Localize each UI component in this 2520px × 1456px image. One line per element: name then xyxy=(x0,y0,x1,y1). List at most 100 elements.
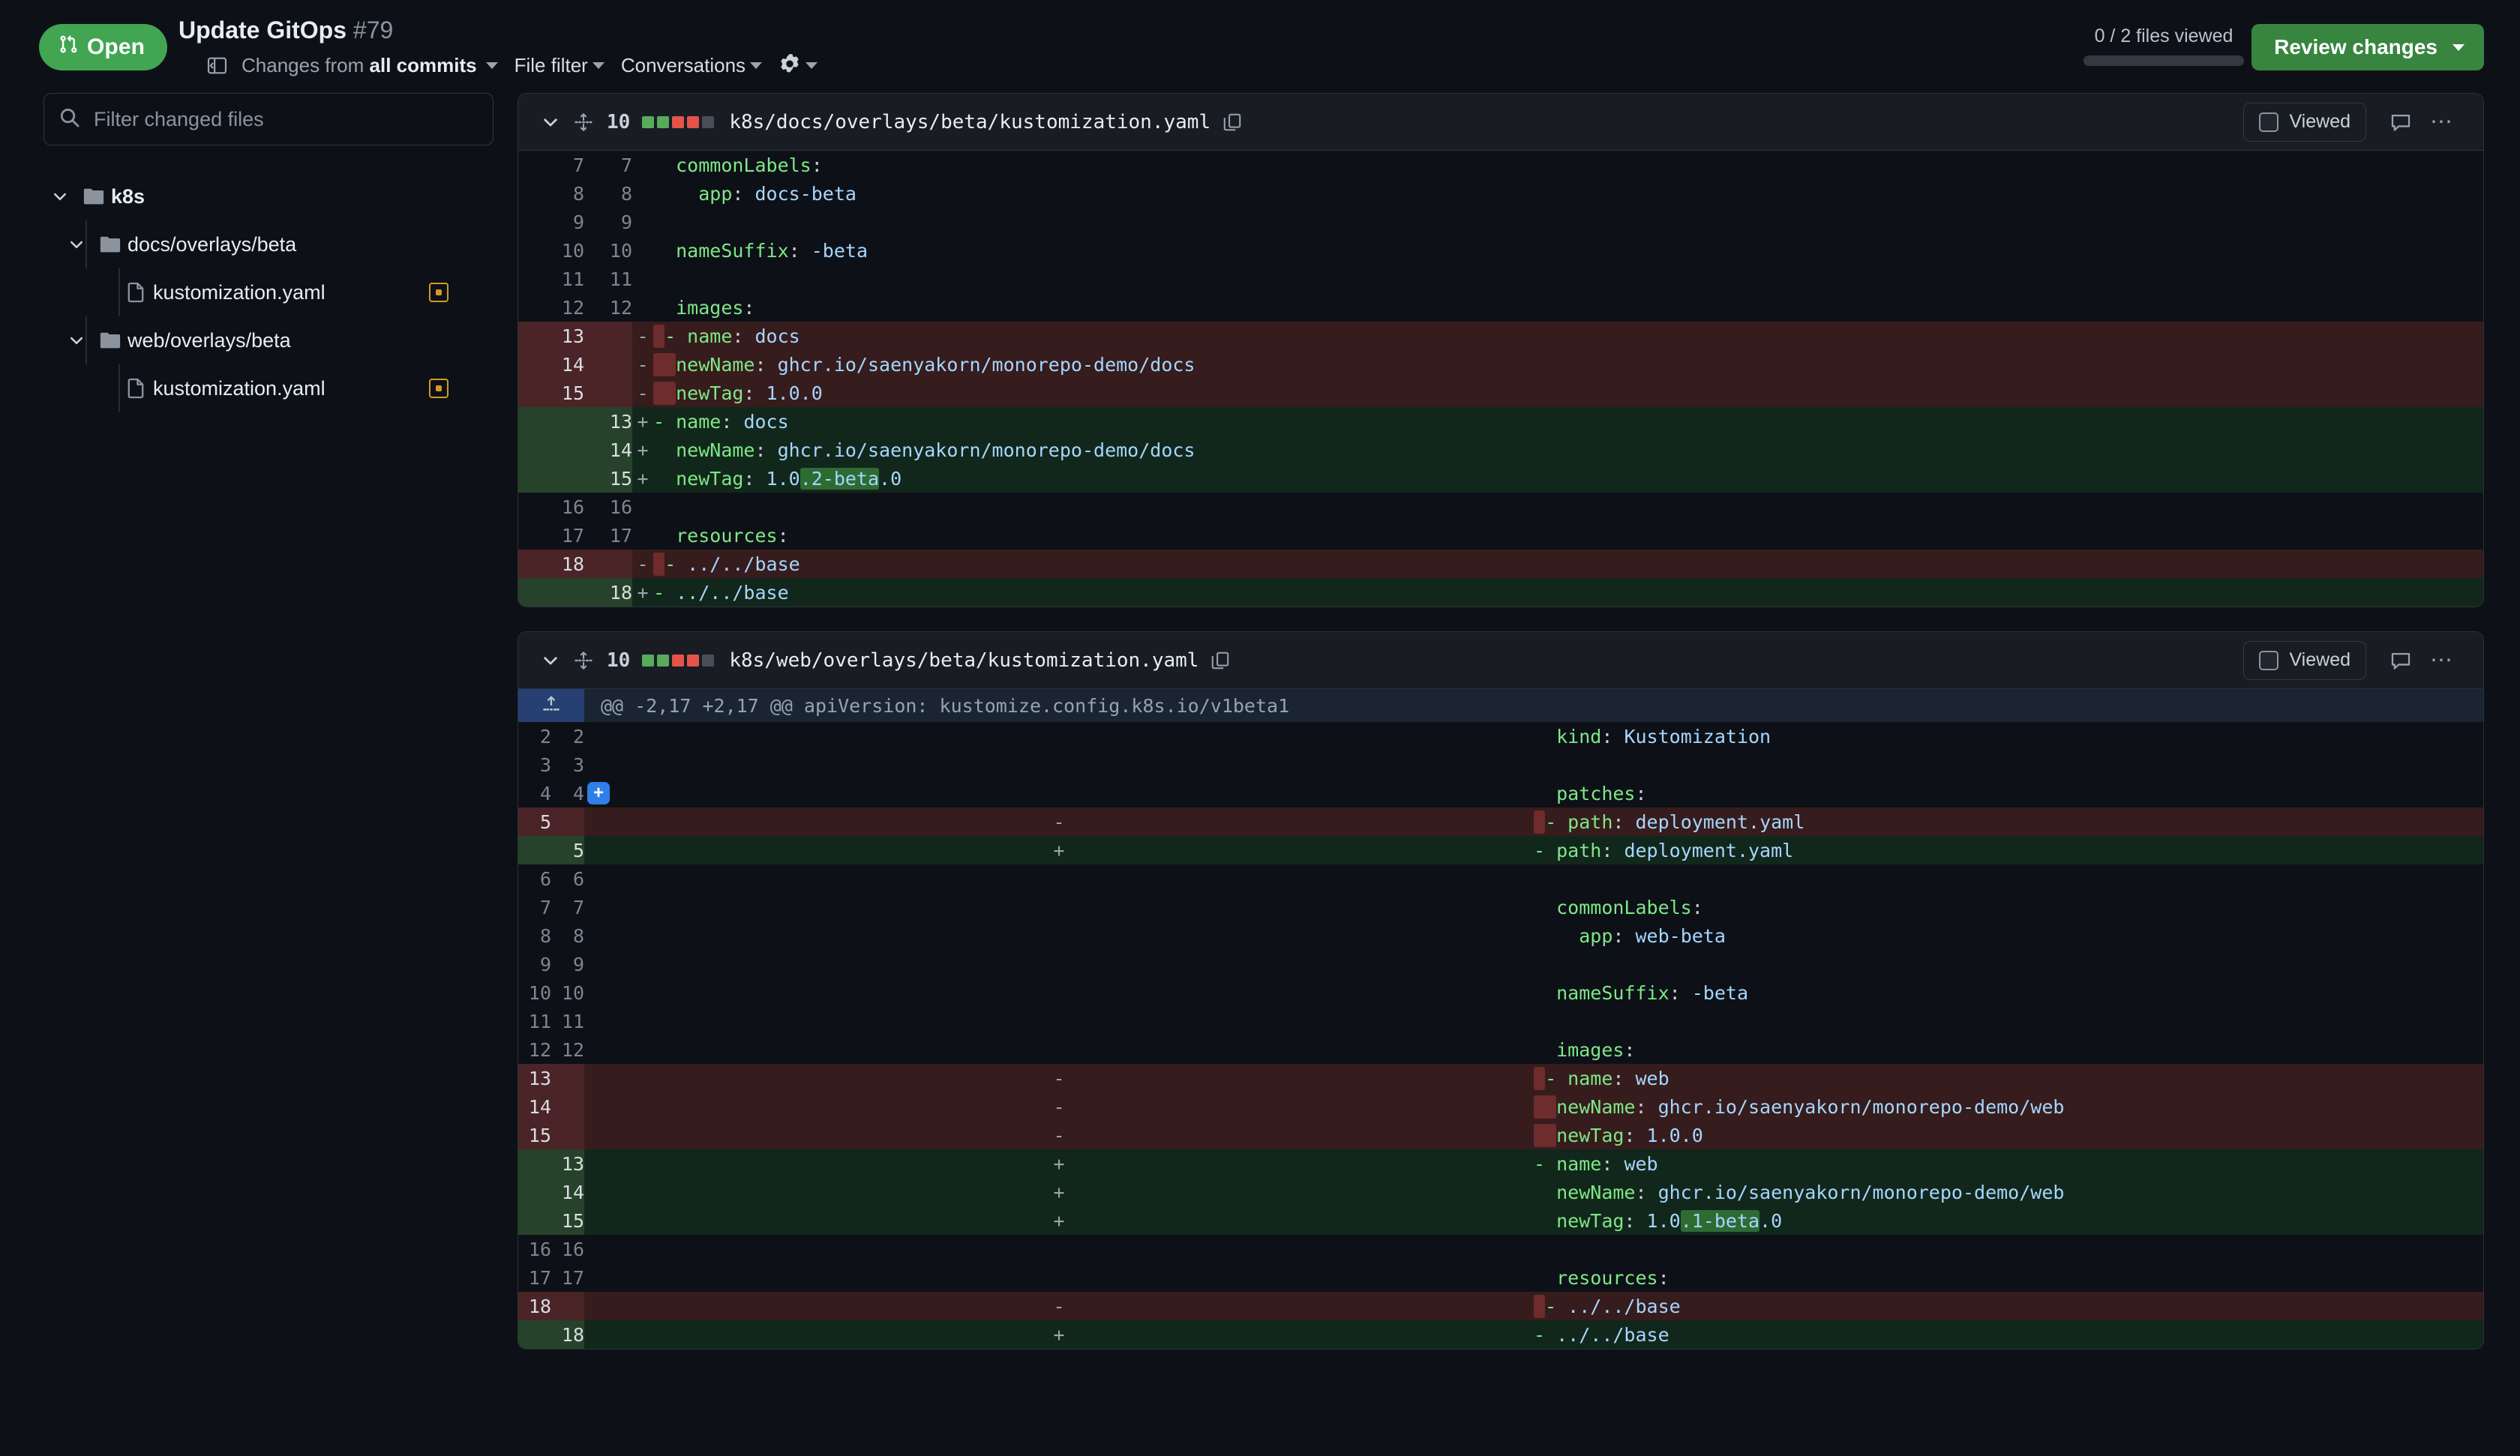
diff-code-line[interactable]: - ../../base xyxy=(653,550,2483,578)
whitespace-removed-marker xyxy=(653,553,664,576)
chevron-down-icon[interactable] xyxy=(60,331,93,349)
diff-line-row: 33 xyxy=(518,750,2483,779)
kebab-menu-icon[interactable]: ⋯ xyxy=(2422,656,2464,665)
diff-line-row: 14- newName: ghcr.io/saenyakorn/monorepo… xyxy=(518,1092,2483,1121)
file-filter-dropdown[interactable]: File filter xyxy=(514,54,591,77)
conversations-dropdown[interactable]: Conversations xyxy=(621,54,748,77)
diff-marker xyxy=(632,293,653,322)
tree-folder-k8s[interactable]: k8s xyxy=(44,172,518,220)
diff-code-line[interactable]: newName: ghcr.io/saenyakorn/monorepo-dem… xyxy=(653,350,2483,379)
page-title: Update GitOps #79 xyxy=(178,16,393,44)
review-changes-button[interactable]: Review changes xyxy=(2252,24,2484,70)
diff-code-line[interactable]: newName: ghcr.io/saenyakorn/monorepo-dem… xyxy=(1534,1092,2483,1121)
filter-changed-files-input[interactable]: Filter changed files xyxy=(44,93,494,145)
diff-marker xyxy=(632,236,653,265)
diff-code-line[interactable]: nameSuffix: -beta xyxy=(653,236,2483,265)
changes-from-dropdown[interactable]: Changes from all commits xyxy=(231,54,484,77)
diff-code-line[interactable]: newTag: 1.0.1-beta.0 xyxy=(1534,1206,2483,1235)
diff-code-line[interactable]: nameSuffix: -beta xyxy=(1534,978,2483,1007)
add-comment-button[interactable]: + xyxy=(587,782,610,804)
diff-code-line[interactable]: - path: deployment.yaml xyxy=(1534,807,2483,836)
comment-icon[interactable] xyxy=(2380,650,2422,671)
new-line-number: 11 xyxy=(551,1007,584,1035)
diff-code-line[interactable]: images: xyxy=(1534,1035,2483,1064)
new-line-number: 2 xyxy=(551,722,584,750)
tree-folder-web-overlays-beta[interactable]: web/overlays/beta xyxy=(44,316,518,364)
diff-code-line[interactable] xyxy=(1534,1235,2483,1263)
diff-code-line[interactable]: patches: xyxy=(1534,779,2483,807)
diff-file-header: 10k8s/web/overlays/beta/kustomization.ya… xyxy=(518,632,2483,689)
sidebar-expand-icon[interactable] xyxy=(202,51,231,79)
chevron-down-icon[interactable] xyxy=(541,112,574,132)
tree-file-kustomization.yaml[interactable]: kustomization.yaml xyxy=(44,268,518,316)
chevron-down-icon-settings[interactable] xyxy=(806,62,818,69)
viewed-checkbox[interactable]: Viewed xyxy=(2243,103,2366,142)
diff-marker xyxy=(584,1263,1534,1292)
comment-icon[interactable] xyxy=(2380,112,2422,133)
diff-code-line[interactable]: newName: ghcr.io/saenyakorn/monorepo-dem… xyxy=(1534,1178,2483,1206)
diff-code-line[interactable]: - path: deployment.yaml xyxy=(1534,836,2483,864)
diff-code-line[interactable]: app: web-beta xyxy=(1534,921,2483,950)
chevron-down-icon-changes[interactable] xyxy=(486,62,498,69)
diff-code-line[interactable]: resources: xyxy=(653,521,2483,550)
copy-path-icon[interactable] xyxy=(1210,651,1230,670)
diff-line-row: 1616 xyxy=(518,1235,2483,1263)
tree-file-kustomization.yaml[interactable]: kustomization.yaml xyxy=(44,364,518,412)
files-viewed-progress: 0 / 2 files viewed xyxy=(2084,27,2244,66)
chevron-down-icon-conversations[interactable] xyxy=(750,62,762,69)
diff-code-line[interactable]: - name: web xyxy=(1534,1064,2483,1092)
diff-code-line[interactable] xyxy=(1534,864,2483,893)
hunk-header-row: @@ -2,17 +2,17 @@ apiVersion: kustomize.… xyxy=(518,689,2483,722)
tree-guide-line xyxy=(86,220,87,268)
pr-header-bar: Open Update GitOps #79 Changes from all … xyxy=(0,0,2520,88)
diff-marker: + xyxy=(584,779,1534,807)
diff-code-line[interactable] xyxy=(653,265,2483,293)
expand-up-button[interactable] xyxy=(518,689,584,722)
diff-code-line[interactable]: commonLabels: xyxy=(653,151,2483,179)
diff-code-line[interactable]: - ../../base xyxy=(653,578,2483,607)
diff-code-line[interactable] xyxy=(653,493,2483,521)
gear-icon[interactable] xyxy=(778,54,804,76)
diff-code-line[interactable] xyxy=(1534,950,2483,978)
copy-path-icon[interactable] xyxy=(1222,112,1242,132)
diff-line-row: 1010 nameSuffix: -beta xyxy=(518,236,2483,265)
diff-code-line[interactable]: commonLabels: xyxy=(1534,893,2483,921)
diff-code-line[interactable]: - name: docs xyxy=(653,322,2483,350)
diff-code-line[interactable] xyxy=(1534,1007,2483,1035)
diff-line-row: 1111 xyxy=(518,265,2483,293)
diff-line-row: 18- - ../../base xyxy=(518,1292,2483,1320)
diff-code-line[interactable]: newTag: 1.0.0 xyxy=(653,379,2483,407)
chevron-down-icon[interactable] xyxy=(541,651,574,670)
diff-code-line[interactable]: resources: xyxy=(1534,1263,2483,1292)
diff-code-line[interactable]: - name: web xyxy=(1534,1149,2483,1178)
diff-code-line[interactable] xyxy=(653,208,2483,236)
move-diff-icon[interactable] xyxy=(574,651,607,670)
viewed-checkbox[interactable]: Viewed xyxy=(2243,641,2366,680)
diff-code-line[interactable]: kind: Kustomization xyxy=(1534,722,2483,750)
diff-code-line[interactable]: - ../../base xyxy=(1534,1320,2483,1349)
chevron-down-icon[interactable] xyxy=(60,235,93,253)
chevron-down-icon[interactable] xyxy=(44,187,76,205)
old-line-number: 12 xyxy=(518,293,584,322)
new-line-number: 14 xyxy=(551,1178,584,1206)
changes-from-value: all commits xyxy=(370,54,477,76)
diff-line-row: 13+- name: web xyxy=(518,1149,2483,1178)
new-line-number xyxy=(584,550,632,578)
diff-file-path[interactable]: k8s/docs/overlays/beta/kustomization.yam… xyxy=(729,111,1222,133)
diff-code-line[interactable]: newTag: 1.0.0 xyxy=(1534,1121,2483,1149)
diff-code-line[interactable] xyxy=(1534,750,2483,779)
move-diff-icon[interactable] xyxy=(574,112,607,132)
diff-marker: + xyxy=(584,1178,1534,1206)
new-line-number: 13 xyxy=(551,1149,584,1178)
diff-code-line[interactable]: app: docs-beta xyxy=(653,179,2483,208)
diff-code-line[interactable]: newTag: 1.0.2-beta.0 xyxy=(653,464,2483,493)
diff-code-line[interactable]: - name: docs xyxy=(653,407,2483,436)
chevron-down-icon-filefilter[interactable] xyxy=(592,62,604,69)
diff-code-line[interactable]: - ../../base xyxy=(1534,1292,2483,1320)
diff-file-path[interactable]: k8s/web/overlays/beta/kustomization.yaml xyxy=(729,649,1210,672)
diff-code-line[interactable]: newName: ghcr.io/saenyakorn/monorepo-dem… xyxy=(653,436,2483,464)
diffstat-block xyxy=(642,655,654,667)
kebab-menu-icon[interactable]: ⋯ xyxy=(2422,118,2464,127)
tree-folder-docs-overlays-beta[interactable]: docs/overlays/beta xyxy=(44,220,518,268)
diff-code-line[interactable]: images: xyxy=(653,293,2483,322)
